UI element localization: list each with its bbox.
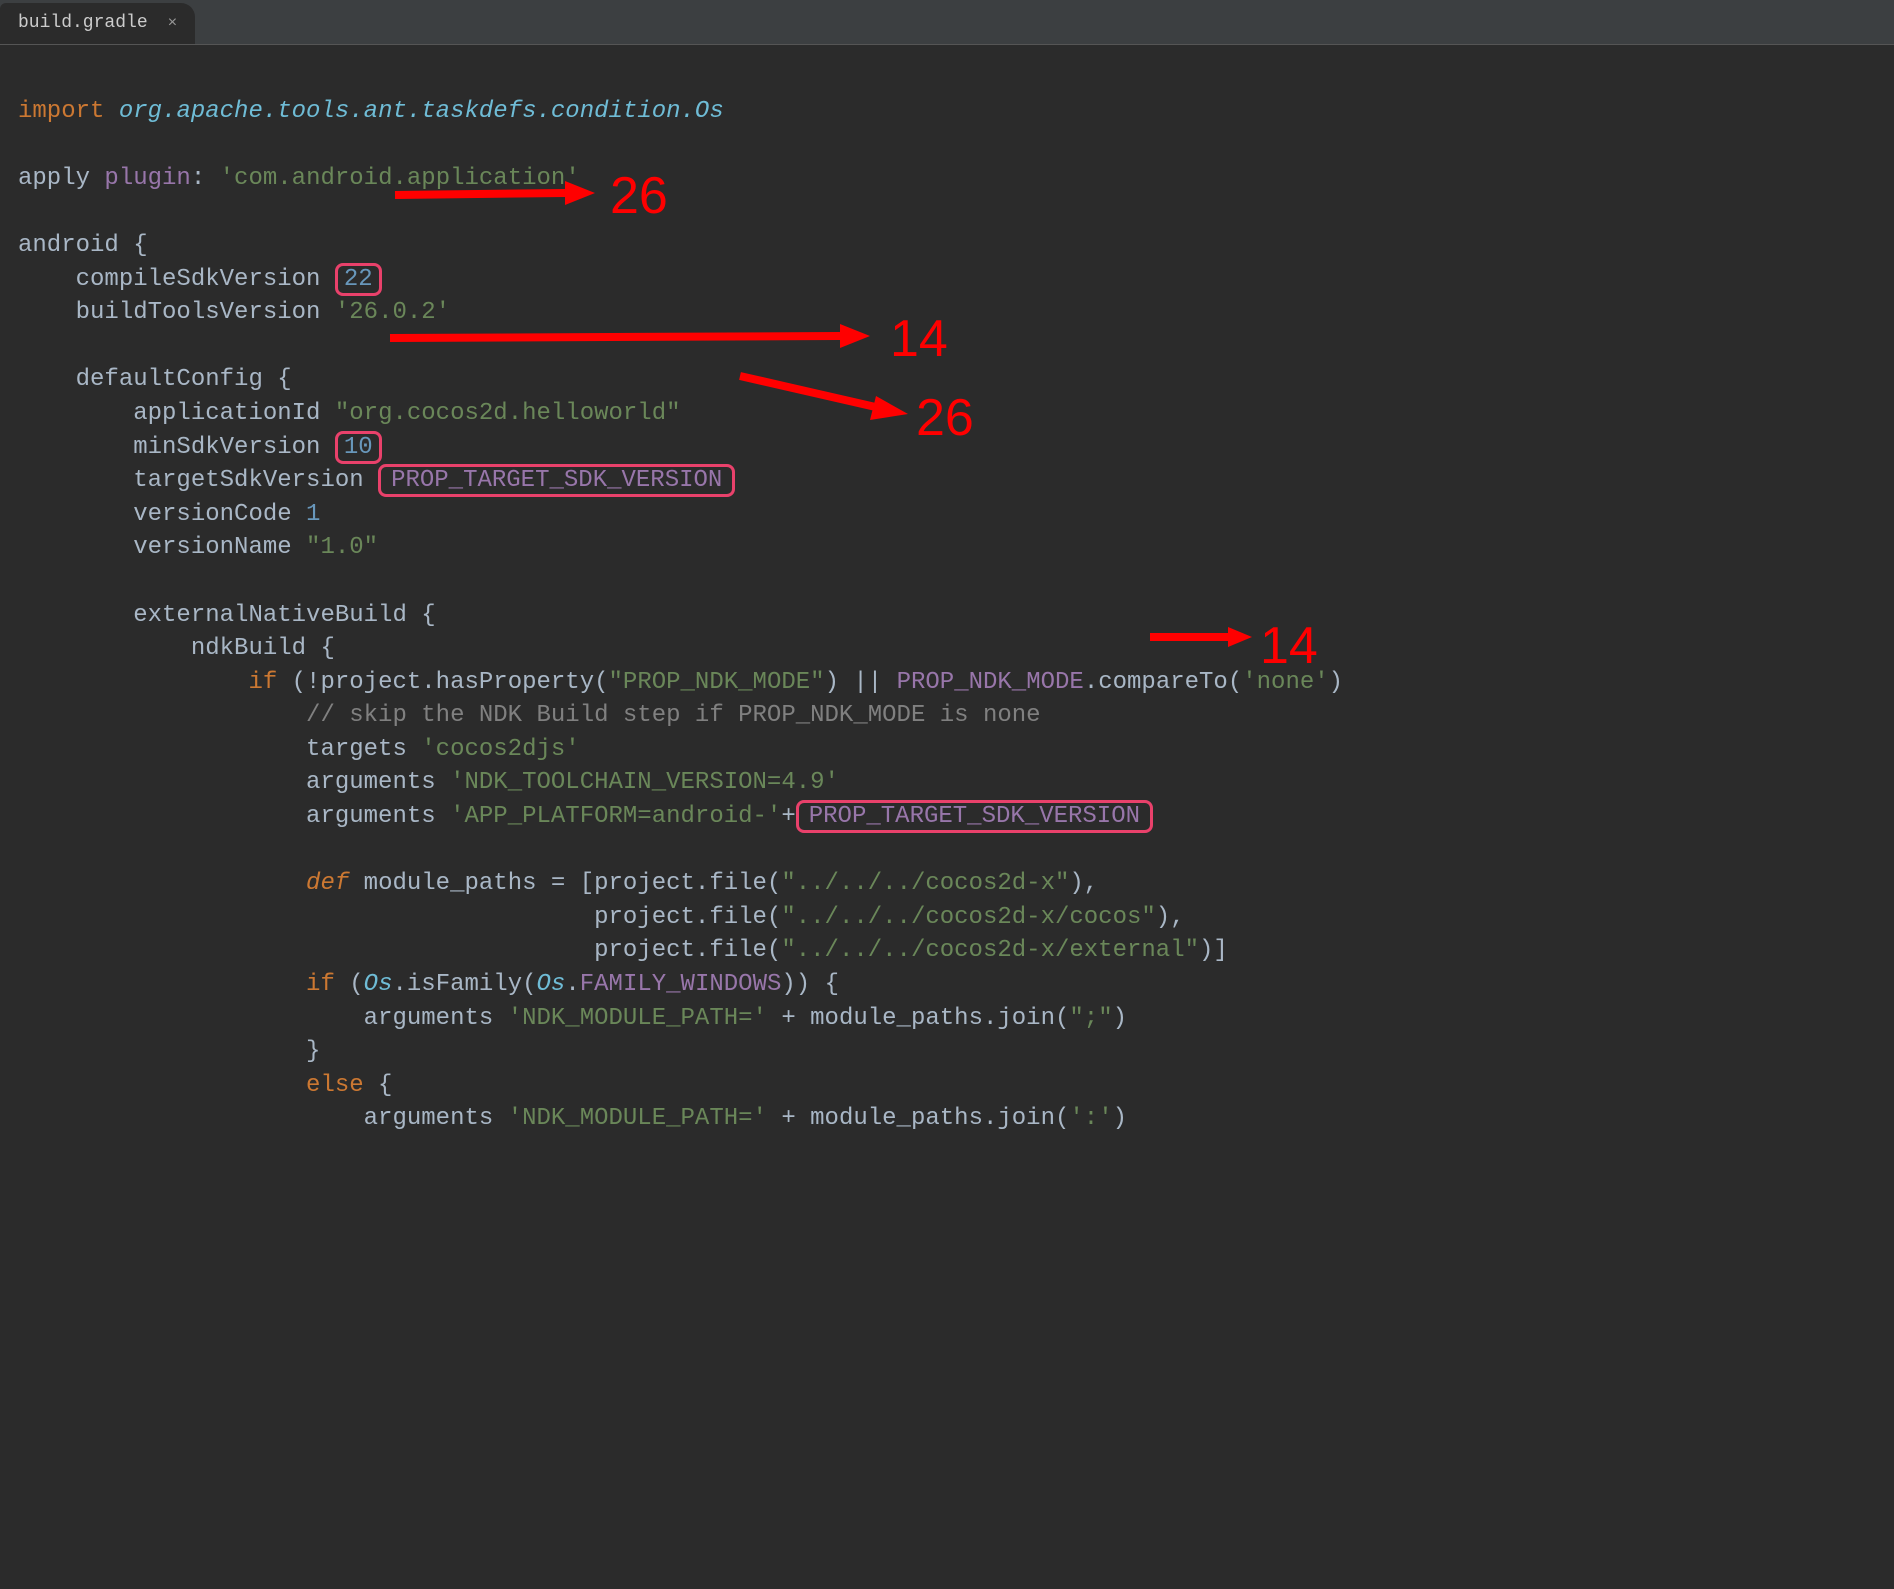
targets-label: targets — [306, 736, 421, 763]
app-id-label: applicationId — [133, 400, 335, 427]
code-editor[interactable]: import org.apache.tools.ant.taskdefs.con… — [0, 45, 1894, 1589]
arrow-icon — [740, 370, 920, 430]
compile-sdk-label: compileSdkVersion — [76, 266, 335, 293]
arguments-label-2: arguments — [306, 803, 450, 830]
app-platform-const: PROP_TARGET_SDK_VERSION — [796, 800, 1153, 833]
annotation-14-bottom: 14 — [1260, 610, 1318, 683]
package-path: org.apache.tools.ant.taskdefs.condition.… — [119, 98, 724, 125]
comment-skip-ndk: // skip the NDK Build step if PROP_NDK_M… — [306, 702, 1041, 729]
arguments-label-1: arguments — [306, 769, 450, 796]
arguments-label-4: arguments — [364, 1105, 508, 1132]
keyword-import: import — [18, 98, 104, 125]
code-content: import org.apache.tools.ant.taskdefs.con… — [18, 95, 1876, 1136]
keyword-def: def — [306, 870, 349, 897]
ndk-build-open: ndkBuild { — [191, 635, 335, 662]
tab-bar: build.gradle × — [0, 0, 1894, 45]
compile-sdk-value: 22 — [335, 263, 382, 296]
ndk-toolchain-arg: 'NDK_TOOLCHAIN_VERSION=4.9' — [450, 769, 839, 796]
target-sdk-value: PROP_TARGET_SDK_VERSION — [378, 464, 735, 497]
arguments-label-3: arguments — [364, 1005, 508, 1032]
arrow-icon — [395, 175, 605, 215]
target-sdk-label: targetSdkVersion — [133, 467, 378, 494]
android-block-open: android { — [18, 232, 148, 259]
min-sdk-label: minSdkVersion — [133, 434, 335, 461]
app-platform-arg: 'APP_PLATFORM=android-' — [450, 803, 781, 830]
keyword-apply: apply — [18, 165, 104, 192]
min-sdk-value: 10 — [335, 431, 382, 464]
version-name-label: versionName — [133, 534, 306, 561]
tab-label: build.gradle — [18, 11, 148, 36]
annotation-14-mid: 14 — [890, 303, 948, 376]
version-name-value: "1.0" — [306, 534, 378, 561]
arrow-icon — [390, 318, 880, 358]
keyword-if-2: if — [306, 971, 335, 998]
version-code-label: versionCode — [133, 501, 306, 528]
annotation-26-top: 26 — [610, 160, 668, 233]
close-icon[interactable]: × — [168, 12, 178, 34]
keyword-else: else — [306, 1072, 364, 1099]
keyword-if: if — [248, 669, 277, 696]
targets-value: 'cocos2djs' — [421, 736, 579, 763]
annotation-26-mid: 26 — [916, 382, 974, 455]
default-config-open: defaultConfig { — [76, 366, 292, 393]
external-native-build-open: externalNativeBuild { — [133, 602, 435, 629]
version-code-value: 1 — [306, 501, 320, 528]
arrow-icon — [1150, 623, 1260, 653]
tab-build-gradle[interactable]: build.gradle × — [0, 3, 195, 44]
prop-plugin: plugin — [104, 165, 190, 192]
app-id-value: "org.cocos2d.helloworld" — [335, 400, 681, 427]
build-tools-label: buildToolsVersion — [76, 299, 335, 326]
